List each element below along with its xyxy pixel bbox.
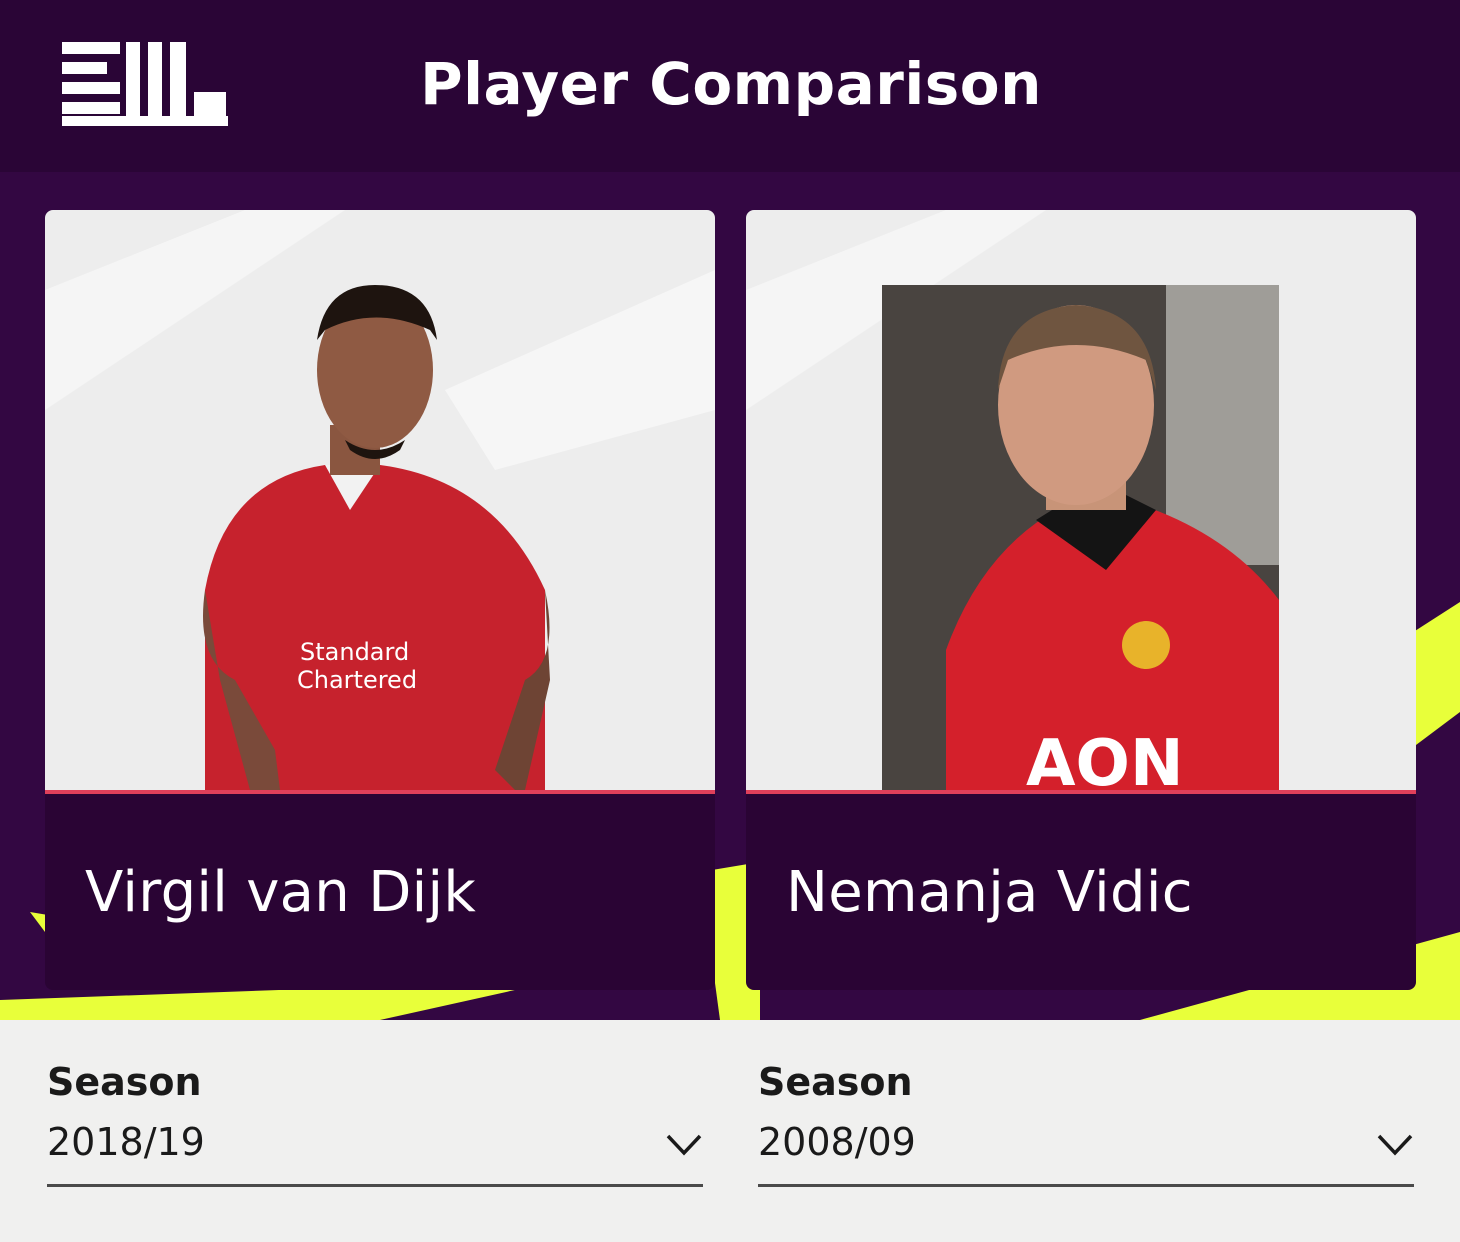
chevron-down-icon[interactable] [1376,1132,1414,1158]
card-divider [746,790,1416,794]
player-photo-image: AON [746,210,1279,790]
player-photo-right: AON [746,210,1416,790]
season-value: 2018/19 [47,1120,205,1164]
chevron-down-icon[interactable] [665,1132,703,1158]
player-name-right: Nemanja Vidic [786,860,1193,925]
season-label: Season [758,1060,913,1104]
season-select-left[interactable]: Season 2018/19 [47,1060,703,1192]
player-photo-left: Standard Chartered [45,210,715,790]
svg-text:Standard: Standard [300,638,409,666]
svg-text:AON: AON [1026,727,1184,790]
comparison-hero: Standard Chartered Virgil van Dijk AON N… [0,172,1460,1020]
player-photo-image: Standard Chartered [45,210,715,790]
season-value: 2008/09 [758,1120,916,1164]
app-header: Player Comparison [0,0,1460,172]
season-select-right[interactable]: Season 2008/09 [758,1060,1414,1192]
card-divider [45,790,715,794]
svg-text:Chartered: Chartered [297,666,417,694]
select-underline [758,1184,1414,1187]
page-title: Player Comparison [420,50,1042,118]
select-underline [47,1184,703,1187]
player-card-right[interactable]: AON Nemanja Vidic [746,210,1416,990]
player-card-left[interactable]: Standard Chartered Virgil van Dijk [45,210,715,990]
player-name-left: Virgil van Dijk [85,860,477,925]
season-label: Season [47,1060,202,1104]
